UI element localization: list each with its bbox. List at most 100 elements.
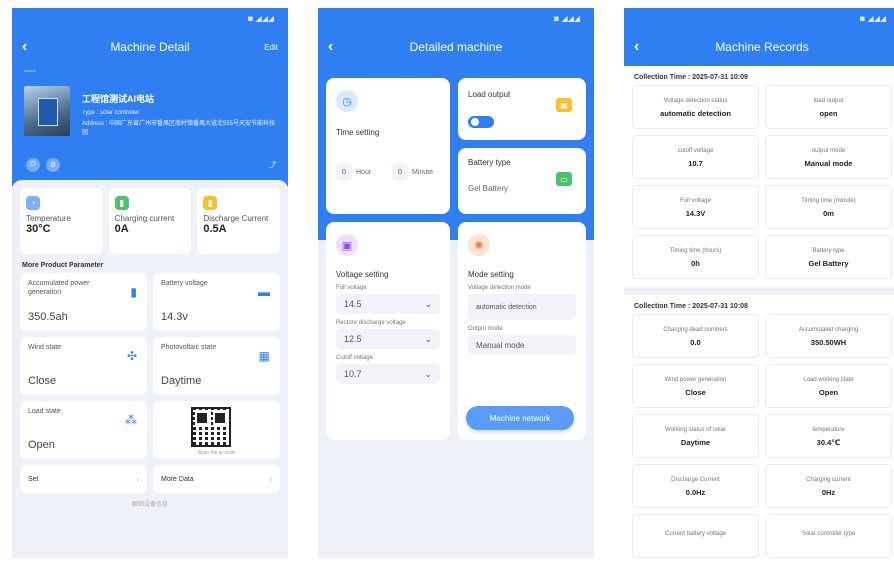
restore-discharge-voltage-value: 12.5 [344,334,362,344]
back-icon[interactable]: ‹ [328,38,348,56]
restore-discharge-voltage-select[interactable]: 12.5 ⌄ [336,329,440,349]
record-label: Charging dead numbers [663,326,728,333]
edit-button[interactable]: Edit [258,43,278,52]
record-label: load output [813,97,844,104]
back-icon[interactable]: ‹ [22,38,42,56]
record-group: Charging dead numbers 0.0 Accumulated cha… [624,314,894,558]
stat-value: 0.5A [203,223,227,235]
output-mode-label: Output mode [468,326,503,332]
record-value: 14.3V [685,208,706,218]
back-icon[interactable]: ‹ [634,38,654,56]
voltage-setting-title: Voltage setting [336,270,389,279]
stat-card-charging: ▮ Charging current 0A [108,188,192,254]
status-badge [24,70,36,72]
param-accumulated-power: Accumulated power generation ▮ 350.5ah [20,273,147,331]
thermometer-icon: ◔ [26,196,40,210]
record-item: Discharge Current 0.0Hz [632,464,759,508]
record-item: Wind power generation Close [632,364,759,408]
more-data-dropdown[interactable]: More Data › [153,465,280,493]
minute-group: 0 Minute [392,164,433,180]
stat-label: Temperature [26,214,71,223]
param-value: Open [28,439,55,451]
stat-card-discharge: ▮ Discharge Current 0.5A [197,188,281,254]
mode-setting-icon: ✺ [468,234,490,256]
record-label: output mode [811,147,846,154]
set-dropdown-value: Set [28,475,39,483]
stat-label: Discharge Current [203,214,269,223]
unbind-device-link[interactable]: 解绑设备信息 [20,499,280,508]
full-voltage-select[interactable]: 14.5 ⌄ [336,294,440,314]
detection-mode-select[interactable]: automatic detection [468,294,576,320]
machine-header: 工程馆测试AI电站 Type : solar controller Addres… [12,66,288,186]
collection-time: Collection Time : 2025-07-31 10:09 [634,74,748,81]
record-label: Timing time (hours) [669,247,722,254]
output-mode-value: Manual mode [476,340,525,350]
solar-panel-icon: ▦ [258,349,270,363]
record-label: Discharge Current [671,476,720,483]
voltage-setting-icon: ▣ [336,234,358,256]
load-output-toggle[interactable] [468,116,494,128]
battery-icon: ▮ [130,285,137,299]
minute-input[interactable]: 0 [392,164,408,180]
param-value: 350.5ah [28,311,68,323]
set-dropdown[interactable]: Set › [20,465,147,493]
record-label: Load working state [803,376,854,383]
cutoff-voltage-select[interactable]: 10.7 ⌄ [336,364,440,384]
record-value: 30.4℃ [816,437,841,447]
hour-input[interactable]: 0 [336,164,352,180]
chevron-down-icon: ⌄ [424,333,432,344]
nav-bar: ‹ Machine Records [624,28,894,66]
machine-type: Type : solar controller [82,110,140,116]
record-item: Load working state Open [765,364,892,408]
record-value: 0m [823,208,834,218]
battery-discharge-icon: ▮ [203,196,218,210]
param-load-state: Load state ⁂ Open [20,401,147,459]
power-icon[interactable]: ⏻ [26,158,40,172]
param-label: Photovoltaic state [161,344,217,351]
battery-icon: ▭ [556,172,572,186]
battery-type-value[interactable]: Gel Battery [468,184,508,193]
output-mode-select[interactable]: Manual mode [468,335,576,355]
qr-code [191,407,231,447]
param-wind-state: Wind state ✣ Close [20,337,147,395]
param-label: Wind state [28,344,62,351]
load-icon: ▣ [556,98,572,112]
record-item: load output open [765,85,892,129]
settings-icon[interactable]: ⚙ [46,158,60,172]
nav-bar: ‹ Machine Detail Edit [12,28,288,66]
share-icon[interactable]: ⤴ [269,160,276,170]
status-bar: ◾ ◢◢◢ [859,13,886,23]
records-list[interactable]: Collection Time : 2025-07-31 10:09 Volta… [624,66,894,558]
cutoff-voltage-label: Cutoff voltage [336,355,373,361]
group-divider [624,287,894,295]
record-label: Wind power generation [664,376,727,383]
machine-network-button[interactable]: Machine network [466,406,574,430]
param-battery-voltage: Battery voltage ▬ 14.3v [153,273,280,331]
record-item: Timing time (minute) 0m [765,185,892,229]
collection-time: Collection Time : 2025-07-31 10:08 [634,303,748,310]
record-value: automatic detection [660,108,731,118]
param-photovoltaic-state: Photovoltaic state ▦ Daytime [153,337,280,395]
param-label: Load state [28,408,61,415]
record-item: Timing time (hours) 0h [632,235,759,279]
record-item: temperature 30.4℃ [765,414,892,458]
record-label: Working status of solar [665,426,726,433]
param-value: 14.3v [161,311,188,323]
record-label: Timing time (minute) [801,197,856,204]
record-label: Solar controller type [801,531,856,537]
qr-code-card[interactable]: Scan the qr code [153,401,280,459]
machine-photo [24,86,70,136]
record-value: Close [685,387,706,397]
machine-address: Address : 中国广东省广州市番禺区南村镇番禺大道北555号天安节能科技园 [82,121,276,136]
machine-detail-screen: ◾ ◢◢◢ ‹ Machine Detail Edit 工程馆测试AI电站 Ty… [12,8,288,558]
record-item: Current battery voltage [632,514,759,558]
record-item: cutoff voltage 10.7 [632,135,759,179]
record-label: Current battery voltage [664,531,727,537]
record-item: Working status of solar Daytime [632,414,759,458]
qr-caption: Scan the qr code [197,450,236,456]
voltage-setting-card: ▣ Voltage setting Full voltage 14.5 ⌄ Re… [326,222,450,440]
record-item: output mode Manual mode [765,135,892,179]
stat-card-temperature: ◔ Temperature 30°C [20,188,103,254]
record-value: Manual mode [804,158,853,168]
page-title: Detailed machine [409,40,503,54]
